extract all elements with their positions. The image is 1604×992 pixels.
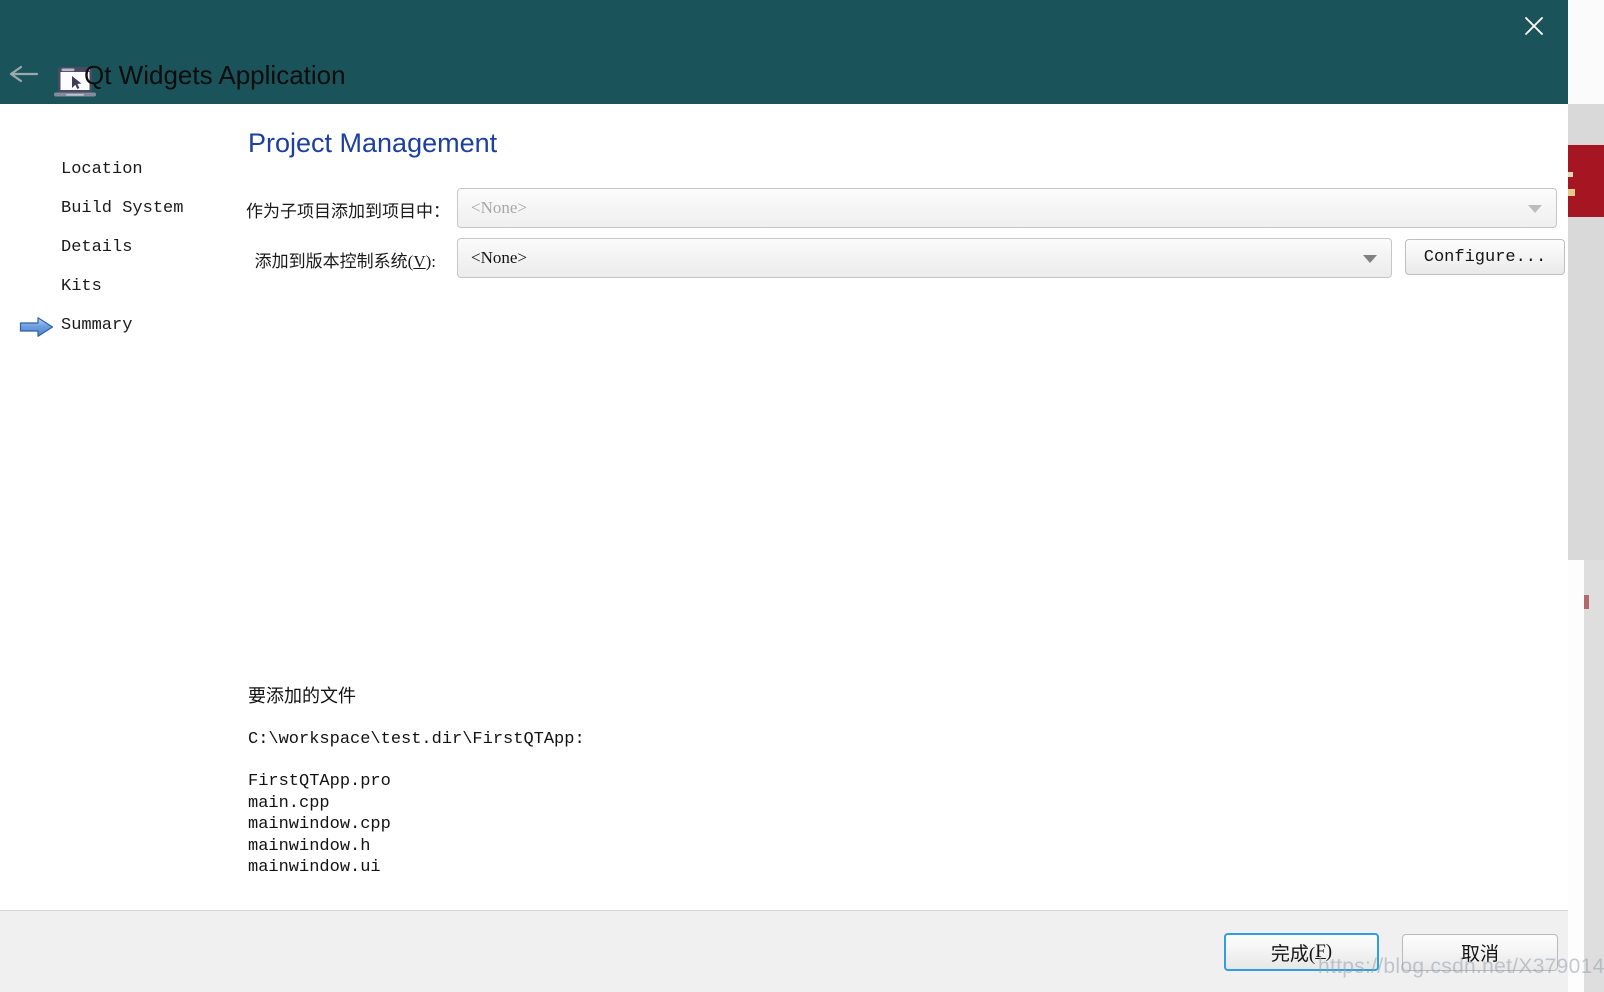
version-control-row: 添加到版本控制系统(V): <None> Configure... — [246, 238, 1565, 280]
blue-arrow-icon — [19, 316, 55, 338]
list-item: mainwindow.cpp — [248, 815, 391, 834]
combo-value: <None> — [471, 248, 527, 267]
add-as-subproject-label: 作为子项目添加到项目中： — [246, 202, 450, 221]
main-content-panel: Project Management 作为子项目添加到项目中： <None> 添… — [246, 104, 1568, 910]
sidebar-item-kits[interactable]: Kits — [0, 271, 246, 301]
add-as-subproject-combo[interactable]: <None> — [457, 188, 1557, 228]
sidebar-item-label: Summary — [61, 315, 133, 335]
sidebar-item-details[interactable]: Details — [0, 232, 246, 262]
files-to-add-summary: 要添加的文件 C:\workspace\test.dir\FirstQTApp:… — [248, 682, 585, 879]
version-control-label-prefix: 添加到版本控制系统( — [254, 252, 414, 271]
back-button[interactable] — [8, 58, 40, 90]
page-title: Project Management — [248, 128, 498, 158]
list-item: FirstQTApp.pro — [248, 772, 391, 791]
sidebar-item-label: Location — [61, 159, 143, 179]
sidebar-item-location[interactable]: Location — [0, 154, 246, 184]
sidebar-item-label: Details — [61, 237, 133, 257]
add-as-subproject-row: 作为子项目添加到项目中： <None> — [246, 188, 1557, 230]
files-to-add-heading: 要添加的文件 — [248, 686, 356, 706]
list-item: mainwindow.ui — [248, 858, 381, 877]
cancel-button[interactable]: 取消 — [1402, 934, 1558, 971]
sidebar-item-summary[interactable]: Summary — [0, 310, 246, 340]
sidebar-item-build-system[interactable]: Build System — [0, 193, 246, 223]
list-item: mainwindow.h — [248, 836, 371, 856]
chevron-down-icon — [1528, 205, 1542, 213]
background-lower-shade — [1584, 560, 1604, 992]
combo-value: <None> — [471, 198, 527, 217]
sidebar-item-label: Kits — [61, 276, 102, 296]
project-wizard-dialog: Qt Widgets Application Location Build Sy… — [0, 0, 1568, 992]
dialog-footer: 完成(F) 取消 — [0, 910, 1568, 992]
version-control-label-mnemonic: V — [413, 252, 426, 271]
finish-button-prefix: 完成( — [1270, 943, 1316, 965]
configure-button[interactable]: Configure... — [1405, 239, 1565, 275]
version-control-label-suffix: ): — [425, 252, 436, 271]
background-red-banner — [1564, 145, 1604, 217]
close-button[interactable] — [1514, 6, 1554, 46]
wizard-step-sidebar: Location Build System Details Kits Summa… — [0, 104, 246, 910]
dialog-body: Location Build System Details Kits Summa… — [0, 104, 1568, 910]
dialog-header: Qt Widgets Application — [0, 0, 1568, 104]
version-control-label: 添加到版本控制系统(V): — [246, 247, 436, 272]
finish-button-mnemonic: F — [1315, 941, 1326, 962]
file-list: FirstQTApp.pro main.cpp mainwindow.cpp m… — [248, 771, 585, 879]
background-accent-3 — [1584, 595, 1589, 609]
list-item: main.cpp — [248, 793, 330, 813]
sidebar-item-label: Build System — [61, 198, 184, 218]
chevron-down-icon — [1363, 255, 1377, 263]
window-title: Qt Widgets Application — [84, 60, 346, 90]
target-directory-path: C:\workspace\test.dir\FirstQTApp: — [248, 730, 585, 749]
finish-button-suffix: ) — [1325, 941, 1333, 962]
version-control-combo[interactable]: <None> — [457, 238, 1392, 278]
finish-button[interactable]: 完成(F) — [1224, 933, 1379, 971]
